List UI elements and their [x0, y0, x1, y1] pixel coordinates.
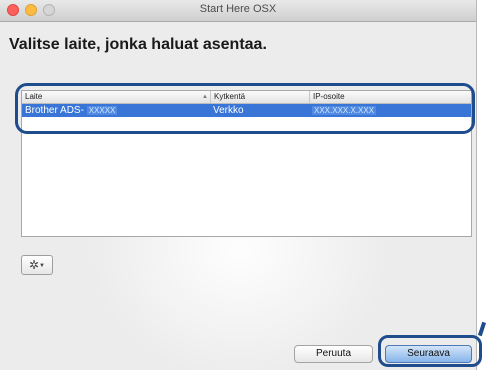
next-button-highlight — [378, 335, 482, 367]
title-bar: Start Here OSX — [0, 0, 476, 22]
page-title: Valitse laite, jonka haluat asentaa. — [9, 36, 267, 53]
chevron-down-icon: ▼ — [39, 262, 45, 269]
installer-window: Start Here OSX Valitse laite, jonka halu… — [0, 0, 477, 370]
callout-arrow — [477, 321, 486, 337]
window-title: Start Here OSX — [199, 3, 277, 15]
cancel-button[interactable]: Peruuta — [294, 345, 373, 363]
gear-icon: ✲ — [28, 258, 40, 272]
device-list-highlight — [15, 83, 475, 134]
action-menu-button[interactable]: ✲▼ — [21, 255, 53, 275]
